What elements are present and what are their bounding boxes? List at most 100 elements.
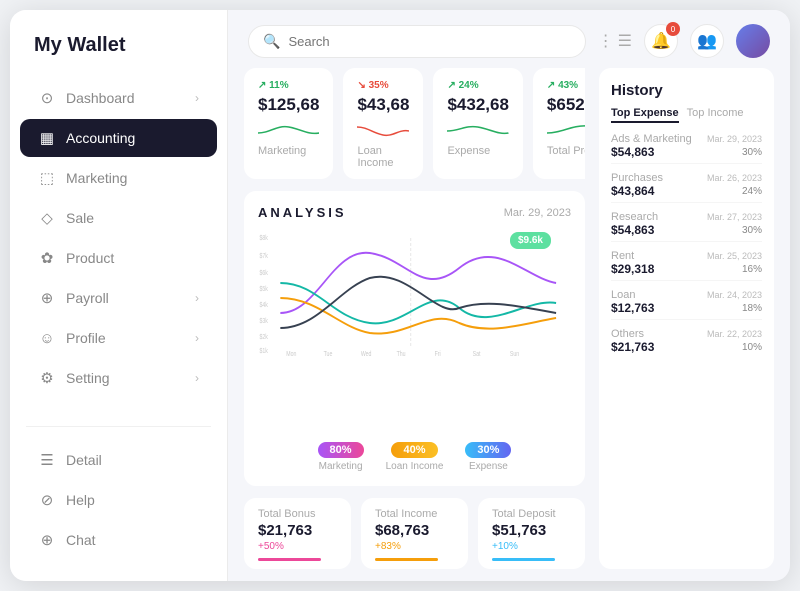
tab-top-expense[interactable]: Top Expense xyxy=(611,107,679,123)
history-item-date: Mar. 27, 2023 xyxy=(707,212,762,222)
history-item-name: Others xyxy=(611,328,644,340)
stat-badge-expense: ↗ 24% xyxy=(447,80,508,91)
chevron-payroll: › xyxy=(195,291,199,305)
stat-card-total-profit: ↗ 43% $652,568 Total Profit xyxy=(533,68,585,179)
legend-label: Loan Income xyxy=(386,461,444,472)
notification-badge: 0 xyxy=(666,22,680,36)
tab-top-income[interactable]: Top Income xyxy=(687,107,744,123)
sidebar-item-profile[interactable]: ☺ Profile › xyxy=(20,319,217,357)
history-item-row: $21,763 10% xyxy=(611,340,762,354)
history-item-header: Loan Mar. 24, 2023 xyxy=(611,289,762,301)
sidebar-item-chat[interactable]: ⊕ Chat xyxy=(20,521,217,559)
history-item-date: Mar. 24, 2023 xyxy=(707,290,762,300)
analysis-title: ANALYSIS xyxy=(258,205,347,220)
stat-value-expense: $432,68 xyxy=(447,95,508,115)
chevron-dashboard: › xyxy=(195,91,199,105)
svg-text:Thu: Thu xyxy=(397,350,406,358)
left-panel: ↗ 11% $125,68 Marketing ↘ 35% $43,68 Loa… xyxy=(244,68,585,569)
setting-icon: ⚙ xyxy=(38,369,56,387)
history-item-pct: 30% xyxy=(742,147,762,158)
sidebar-item-accounting[interactable]: ▦ Accounting xyxy=(20,119,217,157)
notification-button[interactable]: 🔔 0 xyxy=(644,24,678,58)
analysis-card: ANALYSIS Mar. 29, 2023 $9.6k $8k $7k $6k… xyxy=(244,191,585,486)
bottom-card-change-total-income: +83% xyxy=(375,541,454,552)
bottom-card-value-total-deposit: $51,763 xyxy=(492,522,571,539)
sidebar-item-product[interactable]: ✿ Product xyxy=(20,239,217,277)
sidebar-item-setting[interactable]: ⚙ Setting › xyxy=(20,359,217,397)
history-item-value: $43,864 xyxy=(611,184,654,198)
app-frame: My Wallet ⊙ Dashboard ›▦ Accounting ⬚ Ma… xyxy=(10,10,790,581)
analysis-date: Mar. 29, 2023 xyxy=(504,207,571,219)
detail-icon: ☰ xyxy=(38,451,56,469)
sparkline-expense xyxy=(447,119,508,141)
bottom-card-value-total-income: $68,763 xyxy=(375,522,454,539)
history-panel: History Top Expense Top Income Ads & Mar… xyxy=(599,68,774,569)
help-icon: ⊘ xyxy=(38,491,56,509)
svg-text:Tue: Tue xyxy=(324,350,333,358)
history-item-header: Others Mar. 22, 2023 xyxy=(611,328,762,340)
sidebar-item-marketing[interactable]: ⬚ Marketing xyxy=(20,159,217,197)
search-input[interactable] xyxy=(288,34,570,49)
stat-label-expense: Expense xyxy=(447,145,508,157)
sidebar-item-detail[interactable]: ☰ Detail xyxy=(20,441,217,479)
history-item: Research Mar. 27, 2023 $54,863 30% xyxy=(611,211,762,242)
bottom-card-bar-total-deposit xyxy=(492,558,555,561)
avatar[interactable] xyxy=(736,24,770,58)
history-item-value: $54,863 xyxy=(611,145,654,159)
sidebar-item-dashboard[interactable]: ⊙ Dashboard › xyxy=(20,79,217,117)
sidebar-item-payroll[interactable]: ⊕ Payroll › xyxy=(20,279,217,317)
legend-item-loan-income: 40% Loan Income xyxy=(386,442,444,472)
stat-badge-loan-income: ↘ 35% xyxy=(357,80,409,91)
history-item-value: $21,763 xyxy=(611,340,654,354)
history-item-pct: 10% xyxy=(742,342,762,353)
sidebar-label-sale: Sale xyxy=(66,210,94,226)
svg-text:$6k: $6k xyxy=(259,269,268,277)
svg-text:Mon: Mon xyxy=(286,350,297,358)
bottom-card-bar-total-income xyxy=(375,558,438,561)
history-item-name: Purchases xyxy=(611,172,663,184)
bottom-cards: Total Bonus $21,763 +50% Total Income $6… xyxy=(244,498,585,569)
sidebar-label-help: Help xyxy=(66,492,95,508)
content-area: ↗ 11% $125,68 Marketing ↘ 35% $43,68 Loa… xyxy=(228,68,790,581)
bottom-card-total-deposit: Total Deposit $51,763 +10% xyxy=(478,498,585,569)
sidebar-bottom: ☰ Detail⊘ Help⊕ Chat xyxy=(10,439,227,565)
marketing-icon: ⬚ xyxy=(38,169,56,187)
sidebar-label-product: Product xyxy=(66,250,114,266)
history-item-row: $43,864 24% xyxy=(611,184,762,198)
users-button[interactable]: 👥 xyxy=(690,24,724,58)
sidebar-item-sale[interactable]: ◇ Sale xyxy=(20,199,217,237)
stat-badge-marketing: ↗ 11% xyxy=(258,80,319,91)
sidebar-label-setting: Setting xyxy=(66,370,110,386)
dashboard-icon: ⊙ xyxy=(38,89,56,107)
history-item-header: Purchases Mar. 26, 2023 xyxy=(611,172,762,184)
search-icon: 🔍 xyxy=(263,33,280,50)
history-item-pct: 16% xyxy=(742,264,762,275)
sidebar-divider xyxy=(26,426,211,427)
sidebar-item-help[interactable]: ⊘ Help xyxy=(20,481,217,519)
history-item-header: Rent Mar. 25, 2023 xyxy=(611,250,762,262)
stat-value-total-profit: $652,568 xyxy=(547,95,585,115)
legend-label: Marketing xyxy=(319,461,363,472)
bottom-card-title-total-income: Total Income xyxy=(375,508,454,520)
sidebar-label-dashboard: Dashboard xyxy=(66,90,135,106)
stat-value-marketing: $125,68 xyxy=(258,95,319,115)
payroll-icon: ⊕ xyxy=(38,289,56,307)
legend-label: Expense xyxy=(469,461,508,472)
sparkline-marketing xyxy=(258,119,319,141)
history-item-header: Ads & Marketing Mar. 29, 2023 xyxy=(611,133,762,145)
stats-row: ↗ 11% $125,68 Marketing ↘ 35% $43,68 Loa… xyxy=(244,68,585,179)
history-item-pct: 24% xyxy=(742,186,762,197)
stat-label-total-profit: Total Profit xyxy=(547,145,585,157)
bottom-card-total-bonus: Total Bonus $21,763 +50% xyxy=(244,498,351,569)
svg-text:$1k: $1k xyxy=(259,347,268,355)
accounting-icon: ▦ xyxy=(38,129,56,147)
history-item: Loan Mar. 24, 2023 $12,763 18% xyxy=(611,289,762,320)
search-box[interactable]: 🔍 xyxy=(248,25,586,58)
legend-pill: 80% xyxy=(318,442,364,458)
topbar-icons: 🔔 0 👥 xyxy=(644,24,770,58)
history-item: Ads & Marketing Mar. 29, 2023 $54,863 30… xyxy=(611,133,762,164)
svg-text:Sat: Sat xyxy=(473,350,481,358)
topbar: 🔍 ⋮ ☰ 🔔 0 👥 xyxy=(228,10,790,68)
chat-icon: ⊕ xyxy=(38,531,56,549)
bottom-card-total-income: Total Income $68,763 +83% xyxy=(361,498,468,569)
